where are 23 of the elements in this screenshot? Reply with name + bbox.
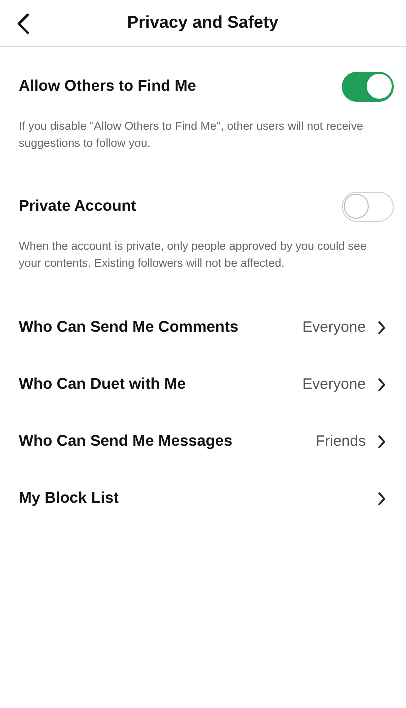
settings-row[interactable]: My Block List [19, 470, 386, 527]
setting-value: Everyone [302, 376, 366, 393]
toggle-switch[interactable] [342, 72, 394, 102]
toggle-switch[interactable] [342, 192, 394, 222]
setting-label: Who Can Send Me Messages [19, 432, 233, 450]
page-title: Privacy and Safety [127, 13, 279, 33]
setting-description: When the account is private, only people approved by you could see your contents. Existing followers will not be affected. [19, 240, 368, 272]
chevron-icon [378, 492, 386, 506]
setting-value: Friends [316, 433, 366, 450]
setting-description: If you disable "Allow Others to Find Me", other users will not receive suggestions to follow you. [19, 120, 364, 152]
chevron-icon [378, 320, 386, 334]
settings-row[interactable]: Who Can Send Me Messages Friends [19, 413, 386, 470]
setting-label: Who Can Duet with Me [19, 376, 186, 394]
setting-label: Private Account [19, 198, 136, 216]
setting-value: Everyone [302, 319, 366, 336]
settings-row[interactable]: Who Can Duet with Me Everyone [19, 356, 386, 413]
chevron-icon [378, 434, 386, 448]
back-icon [16, 13, 30, 35]
setting-label: Allow Others to Find Me [19, 78, 196, 96]
chevron-icon [378, 378, 386, 392]
settings-row[interactable]: Who Can Send Me Comments Everyone [19, 299, 386, 356]
setting-label: My Block List [19, 490, 119, 508]
setting-label: Who Can Send Me Comments [19, 318, 239, 336]
